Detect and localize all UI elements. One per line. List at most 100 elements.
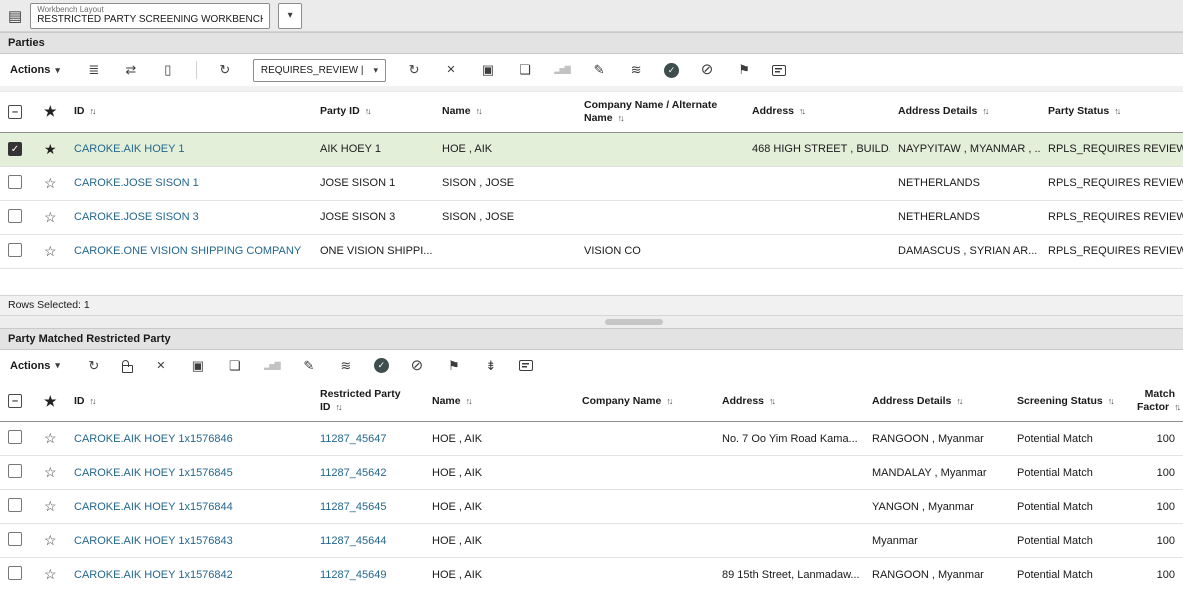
favorite-icon[interactable]: ☆ [44,566,57,582]
match-id-link[interactable]: CAROKE.AIK HOEY 1x1576845 [74,467,233,479]
cancel-icon[interactable]: ✕ [152,358,170,374]
cell-party-status: RPLS_REQUIRES REVIEW [1048,177,1183,189]
workbench-layouts-icon[interactable]: ▤ [8,7,22,25]
workbench-layout-combo[interactable]: Workbench Layout RESTRICTED PARTY SCREEN… [30,2,271,29]
select-all-checkbox[interactable]: – [8,104,22,119]
restricted-party-id-link[interactable]: 11287_45644 [320,535,386,547]
row-checkbox[interactable]: ✓ [8,142,22,156]
save-icon[interactable]: ▣ [479,62,497,78]
favorite-icon[interactable]: ☆ [44,498,57,514]
row-checkbox[interactable] [8,208,22,223]
approve-icon[interactable]: ✓ [664,62,680,78]
cell-party-id: ONE VISION SHIPPI... [320,245,433,257]
cancel-icon[interactable]: ✕ [442,62,460,78]
restricted-party-id-link[interactable]: 11287_45649 [320,569,386,581]
chart-icon[interactable]: ▂▅▇ [263,358,281,374]
row-checkbox[interactable] [8,498,22,512]
party-id-link[interactable]: CAROKE.AIK HOEY 1 [74,143,184,155]
match-id-link[interactable]: CAROKE.AIK HOEY 1x1576843 [74,535,233,547]
table-row[interactable]: ☆ CAROKE.AIK HOEY 1x1576846 11287_45647 … [0,421,1183,456]
parties-actions-button[interactable]: Actions ▾ [10,64,60,76]
edit-icon[interactable]: ✎ [300,358,318,374]
sort-icon[interactable]: ↑↓ [466,396,473,406]
flag-icon[interactable]: ⚑ [445,358,463,374]
match-id-link[interactable]: CAROKE.AIK HOEY 1x1576844 [74,501,233,513]
favorite-icon[interactable]: ☆ [44,430,57,446]
matches-actions-button[interactable]: Actions ▾ [10,360,60,372]
table-row[interactable]: ✓ ★ CAROKE.AIK HOEY 1 AIK HOEY 1 HOE , A… [0,132,1183,167]
favorite-icon[interactable]: ☆ [44,175,57,191]
sort-icon[interactable]: ↑↓ [1174,402,1181,412]
cell-address-details: Myanmar [872,534,918,547]
favorite-column-icon[interactable]: ★ [44,103,57,119]
scrollbar-thumb[interactable] [605,318,663,325]
sliders-icon[interactable]: ≋ [337,358,355,374]
party-id-link[interactable]: CAROKE.JOSE SISON 3 [74,211,199,223]
new-document-icon[interactable]: ▯ [159,62,177,78]
table-row[interactable]: ☆ CAROKE.AIK HOEY 1x1576845 11287_45642 … [0,455,1183,490]
row-checkbox[interactable] [8,174,22,189]
sort-icon[interactable]: ↑↓ [365,106,372,116]
row-checkbox[interactable] [8,430,22,444]
copy-icon[interactable]: ❏ [516,62,534,78]
favorite-icon[interactable]: ☆ [44,209,57,225]
sort-icon[interactable]: ↑↓ [666,396,673,406]
edit-icon[interactable]: ✎ [590,62,608,78]
sort-icon[interactable]: ↑↓ [618,113,625,123]
party-id-link[interactable]: CAROKE.JOSE SISON 1 [74,177,199,189]
favorite-icon[interactable]: ☆ [44,243,57,259]
refresh-icon[interactable]: ↻ [405,62,423,78]
party-id-link[interactable]: CAROKE.ONE VISION SHIPPING COMPANY [74,245,301,257]
restricted-party-id-link[interactable]: 11287_45642 [320,467,386,479]
row-checkbox[interactable] [8,532,22,546]
favorite-icon[interactable]: ☆ [44,532,57,548]
feedback-icon[interactable] [772,64,787,76]
sort-icon[interactable]: ↑↓ [476,106,483,116]
feedback-icon[interactable] [518,360,533,371]
table-row[interactable]: ☆ CAROKE.AIK HOEY 1x1576844 11287_45645 … [0,489,1183,524]
sort-icon[interactable]: ↑↓ [799,106,806,116]
row-checkbox[interactable] [8,566,22,580]
match-id-link[interactable]: CAROKE.AIK HOEY 1x1576842 [74,569,233,581]
status-filter-select[interactable]: REQUIRES_REVIEW | ▾ [252,58,387,82]
copy-icon[interactable]: ❏ [226,358,244,374]
favorite-icon[interactable]: ☆ [44,464,57,480]
sort-icon[interactable]: ↑↓ [982,106,989,116]
collapse-icon[interactable]: ⇟ [482,358,500,374]
chart-icon[interactable]: ▂▅▇ [553,62,571,78]
favorite-column-icon[interactable]: ★ [44,393,57,409]
cell-screening-status: Potential Match [1017,500,1093,513]
swap-view-icon[interactable]: ⇄ [122,62,140,78]
row-checkbox[interactable] [8,464,22,478]
match-id-link[interactable]: CAROKE.AIK HOEY 1x1576846 [74,433,233,445]
restricted-party-id-link[interactable]: 11287_45645 [320,501,386,513]
block-icon[interactable]: ⊘ [408,357,426,374]
table-row[interactable]: ☆ CAROKE.AIK HOEY 1x1576843 11287_45644 … [0,523,1183,558]
refresh-icon[interactable]: ↻ [85,358,103,374]
sort-icon[interactable]: ↑↓ [1108,396,1115,406]
sort-icon[interactable]: ↑↓ [956,396,963,406]
save-icon[interactable]: ▣ [189,358,207,374]
sort-icon[interactable]: ↑↓ [336,402,343,412]
block-icon[interactable]: ⊘ [698,62,716,78]
favorite-icon[interactable]: ★ [44,141,57,157]
row-checkbox[interactable] [8,242,22,257]
sort-icon[interactable]: ↑↓ [90,106,97,116]
restricted-party-id-link[interactable]: 11287_45647 [320,433,386,445]
table-row[interactable]: ☆ CAROKE.ONE VISION SHIPPING COMPANY ONE… [0,234,1183,269]
sort-icon[interactable]: ↑↓ [769,396,776,406]
sliders-icon[interactable]: ≋ [627,62,645,78]
sort-icon[interactable]: ↑↓ [90,396,97,406]
select-all-checkbox[interactable]: – [8,394,22,409]
reload-icon[interactable]: ↻ [216,62,234,78]
lock-icon[interactable] [121,359,133,373]
table-row[interactable]: ☆ CAROKE.JOSE SISON 3 JOSE SISON 3 SISON… [0,200,1183,235]
flag-icon[interactable]: ⚑ [735,62,753,78]
workbench-layout-dropdown-button[interactable]: ▾ [278,2,303,29]
sort-icon[interactable]: ↑↓ [1114,106,1121,116]
table-row[interactable]: ☆ CAROKE.JOSE SISON 1 JOSE SISON 1 SISON… [0,166,1183,201]
table-row[interactable]: ☆ CAROKE.AIK HOEY 1x1576842 11287_45649 … [0,557,1183,590]
table-settings-icon[interactable]: ≣ [85,62,103,78]
horizontal-scrollbar[interactable] [0,315,1183,328]
approve-icon[interactable]: ✓ [373,358,389,373]
